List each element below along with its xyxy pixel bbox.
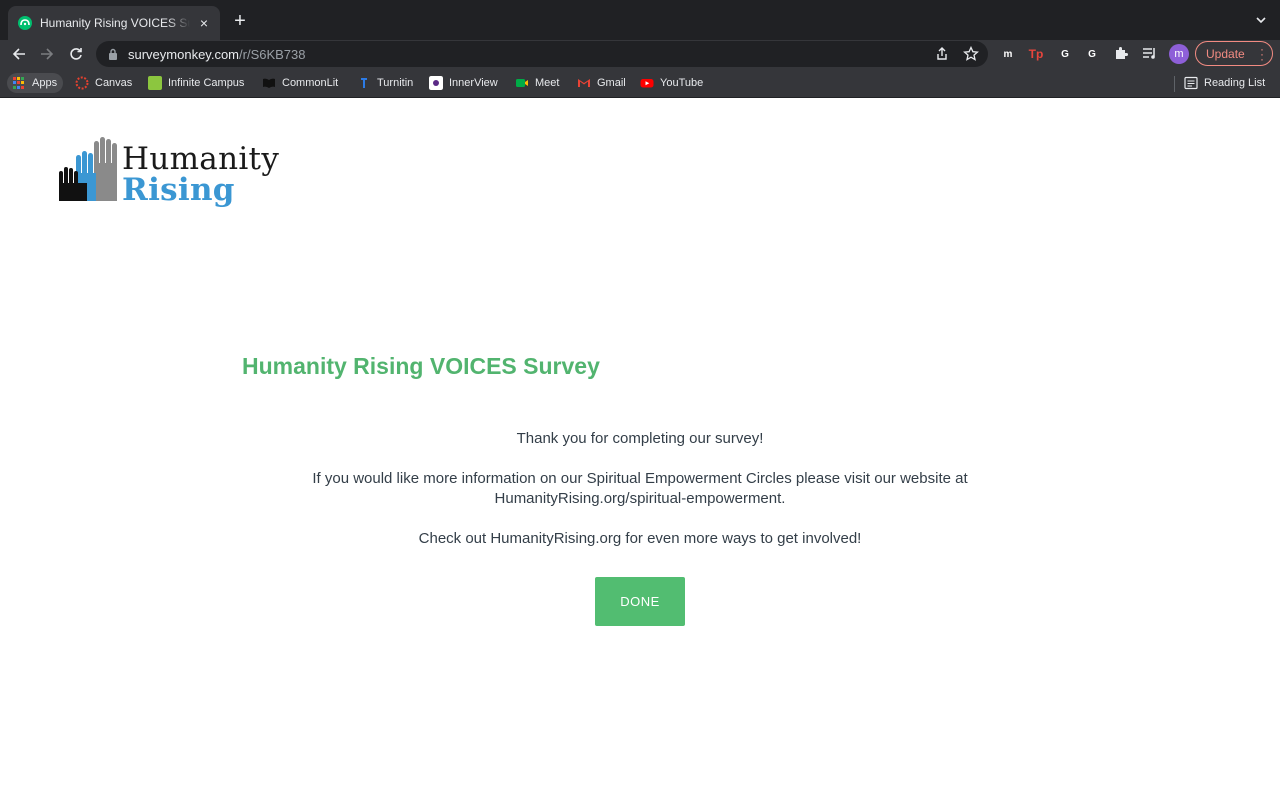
infinite-campus-icon	[148, 76, 162, 90]
checkout-text: Check out HumanityRising.org for even mo…	[418, 530, 862, 547]
url-path: /r/S6KB738	[239, 46, 306, 62]
bookmark-meet[interactable]: Meet	[515, 73, 559, 93]
url-host: surveymonkey.com	[128, 46, 240, 62]
bookmark-canvas[interactable]: Canvas	[75, 73, 132, 93]
logo-text-rising: Rising	[122, 172, 235, 208]
info-text-line2: HumanityRising.org/spiritual-empowerment…	[494, 490, 786, 507]
active-tab[interactable]: Humanity Rising VOICES Survey ×	[8, 6, 220, 40]
address-bar[interactable]: surveymonkey.com/r/S6KB738	[96, 41, 988, 67]
reload-icon	[70, 48, 82, 60]
tab-search-chevron-icon[interactable]	[1254, 13, 1268, 27]
innerview-icon	[429, 76, 443, 90]
info-text-line1: If you would like more information on ou…	[312, 470, 968, 487]
more-menu-icon: · · ·	[1260, 42, 1264, 66]
humanity-rising-logo[interactable]: Humanity Rising	[58, 135, 283, 210]
done-button[interactable]: DONE	[595, 577, 685, 626]
surveymonkey-favicon-icon	[18, 16, 32, 30]
survey-title: Humanity Rising VOICES Survey	[242, 353, 600, 379]
reading-list[interactable]: Reading List	[1184, 73, 1265, 93]
page-content: Humanity Rising Humanity Rising VOICES S…	[0, 99, 1280, 800]
commonlit-icon	[263, 78, 275, 88]
bookmark-commonlit[interactable]: CommonLit	[262, 73, 338, 93]
bookmark-infinite-campus[interactable]: Infinite Campus	[148, 73, 244, 93]
forward-button[interactable]	[37, 44, 57, 64]
bookmark-youtube[interactable]: YouTube	[640, 73, 703, 93]
forward-arrow-icon	[41, 48, 54, 60]
completion-message: Thank you for completing our survey! If …	[240, 429, 1040, 569]
back-button[interactable]	[9, 44, 29, 64]
bookmarks-bar: Apps Canvas Infinite Campus CommonLit Tu…	[0, 68, 1280, 98]
g-extension-icon[interactable]: G	[1084, 46, 1100, 62]
info-text: If you would like more information on ou…	[240, 469, 1040, 509]
update-label: Update	[1206, 46, 1245, 61]
media-queue-icon[interactable]	[1142, 45, 1158, 61]
back-arrow-icon	[12, 48, 25, 60]
tp-extension-icon[interactable]: Tp	[1027, 45, 1045, 63]
youtube-icon	[640, 79, 654, 88]
browser-toolbar: surveymonkey.com/r/S6KB738 m Tp G G m Up…	[0, 40, 1280, 68]
extensions-puzzle-icon[interactable]	[1113, 45, 1129, 61]
bookmark-turnitin[interactable]: Turnitin	[357, 73, 413, 93]
bookmark-apps[interactable]: Apps	[7, 73, 64, 93]
tab-strip: Humanity Rising VOICES Survey × +	[0, 0, 1280, 40]
reading-list-icon	[1184, 76, 1198, 90]
bookmark-gmail[interactable]: Gmail	[577, 73, 626, 93]
raised-hands-icon	[59, 137, 117, 201]
reload-button[interactable]	[66, 44, 86, 64]
tab-title: Humanity Rising VOICES Survey	[40, 16, 190, 30]
gmail-icon	[578, 79, 590, 87]
bookmarks-divider	[1174, 76, 1175, 92]
apps-grid-icon	[13, 77, 25, 89]
new-tab-button[interactable]: +	[229, 11, 251, 33]
lock-icon	[109, 48, 117, 60]
update-button[interactable]: Update · · ·	[1195, 41, 1273, 66]
share-icon[interactable]	[934, 46, 950, 62]
thank-you-text: Thank you for completing our survey!	[516, 430, 764, 447]
turnitin-icon	[361, 78, 367, 88]
canvas-icon	[75, 76, 89, 90]
tab-close-icon[interactable]: ×	[196, 15, 212, 31]
m-extension-icon[interactable]: m	[999, 45, 1017, 63]
profile-avatar[interactable]: m	[1169, 44, 1189, 64]
bookmark-innerview[interactable]: InnerView	[429, 73, 498, 93]
grammarly-extension-icon[interactable]: G	[1056, 45, 1074, 63]
bookmark-star-icon[interactable]	[963, 46, 979, 62]
meet-icon	[516, 79, 528, 87]
